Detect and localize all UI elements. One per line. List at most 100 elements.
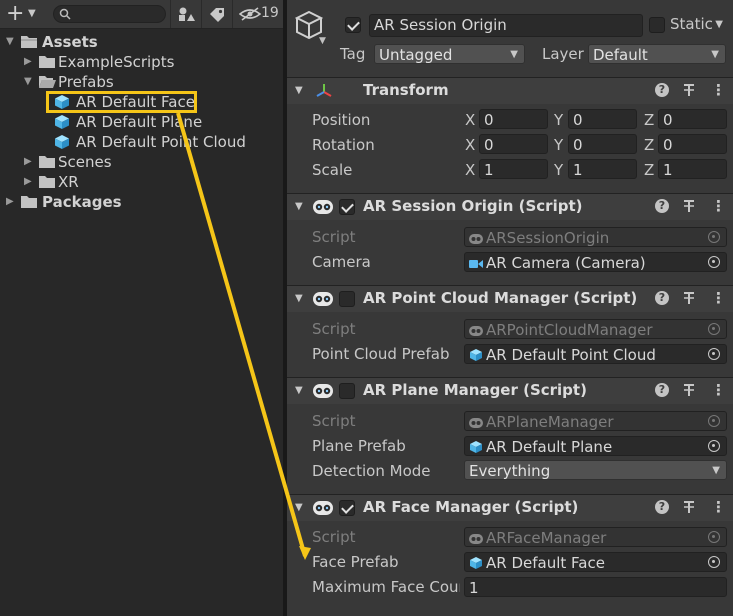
search-input[interactable] xyxy=(53,5,166,23)
axis-x-label[interactable]: X xyxy=(465,161,475,179)
preset-icon[interactable] xyxy=(681,290,697,306)
maximum-face-count-field[interactable]: 1 xyxy=(464,577,727,597)
object-picker-icon[interactable] xyxy=(708,256,720,268)
scale-label: Scale xyxy=(312,161,353,179)
axis-z-label[interactable]: Z xyxy=(644,111,654,129)
face-prefab-field[interactable]: AR Default Face xyxy=(464,552,727,572)
fold-arrow-icon[interactable]: ▼ xyxy=(295,502,303,513)
fold-arrow-icon[interactable]: ▼ xyxy=(295,385,303,396)
ar-session-origin-header[interactable]: ▼ AR Session Origin (Script) ? ⋮ xyxy=(287,193,733,220)
active-checkbox[interactable] xyxy=(345,17,361,33)
script-label: Script xyxy=(312,412,356,430)
axis-y-label[interactable]: Y xyxy=(554,161,563,179)
rotation-y-field[interactable]: 0 xyxy=(568,134,637,154)
layer-dropdown[interactable]: Default ▼ xyxy=(588,44,726,64)
help-icon[interactable]: ? xyxy=(655,383,669,397)
scene-filter-button[interactable] xyxy=(170,0,201,28)
kebab-menu-icon[interactable]: ⋮ xyxy=(711,198,726,215)
tree-item-label: AR Default Point Cloud xyxy=(76,133,246,151)
help-icon[interactable]: ? xyxy=(655,291,669,305)
static-label[interactable]: Static xyxy=(670,15,713,33)
fold-arrow-icon[interactable]: ▼ xyxy=(295,201,303,212)
static-chevron-icon[interactable]: ▼ xyxy=(715,19,723,30)
axis-x-label[interactable]: X xyxy=(465,136,475,154)
tree-item-ar-default-point-cloud[interactable]: AR Default Point Cloud xyxy=(0,132,283,152)
object-picker-icon xyxy=(708,231,720,243)
transform-header[interactable]: ▼ Transform ? ⋮ xyxy=(287,77,733,104)
expand-arrow-icon[interactable]: ▼ xyxy=(6,32,14,52)
layer-value: Default xyxy=(593,46,648,64)
tree-item-label: Prefabs xyxy=(58,73,114,91)
rotation-z-field[interactable]: 0 xyxy=(658,134,727,154)
help-icon[interactable]: ? xyxy=(655,199,669,213)
axis-z-label[interactable]: Z xyxy=(644,136,654,154)
object-picker-icon[interactable] xyxy=(708,556,720,568)
tree-item-examplescripts[interactable]: ▶ ExampleScripts xyxy=(0,52,283,72)
hidden-packages-button[interactable]: 19 xyxy=(232,0,284,28)
plane-prefab-field[interactable]: AR Default Plane xyxy=(464,436,727,456)
folder-open-icon xyxy=(39,76,56,88)
tag-filter-button[interactable] xyxy=(201,0,232,28)
kebab-menu-icon[interactable]: ⋮ xyxy=(711,82,726,99)
expand-arrow-icon[interactable]: ▶ xyxy=(24,52,32,72)
point-cloud-prefab-field[interactable]: AR Default Point Cloud xyxy=(464,344,727,364)
tree-item-xr[interactable]: ▶ XR xyxy=(0,172,283,192)
static-checkbox[interactable] xyxy=(649,17,665,33)
scale-y-field[interactable]: 1 xyxy=(568,159,637,179)
axis-x-label[interactable]: X xyxy=(465,111,475,129)
detection-mode-dropdown[interactable]: Everything ▼ xyxy=(464,460,727,480)
script-value: ARPlaneManager xyxy=(486,413,614,431)
tag-value: Untagged xyxy=(379,46,453,64)
preset-icon[interactable] xyxy=(681,499,697,515)
object-picker-icon[interactable] xyxy=(708,440,720,452)
tree-item-label: Scenes xyxy=(58,153,112,171)
expand-arrow-icon[interactable]: ▼ xyxy=(24,72,32,92)
position-x-field[interactable]: 0 xyxy=(479,109,548,129)
chevron-down-icon[interactable]: ▼ xyxy=(319,36,326,46)
help-icon[interactable]: ? xyxy=(655,500,669,514)
preset-icon[interactable] xyxy=(681,198,697,214)
tree-item-packages[interactable]: ▶ Packages xyxy=(0,192,283,212)
chevron-down-icon[interactable]: ▼ xyxy=(28,8,36,19)
camera-label: Camera xyxy=(312,253,371,271)
position-y-field[interactable]: 0 xyxy=(568,109,637,129)
kebab-menu-icon[interactable]: ⋮ xyxy=(711,382,726,399)
expand-arrow-icon[interactable]: ▶ xyxy=(24,172,32,192)
fold-arrow-icon[interactable]: ▼ xyxy=(295,85,303,96)
tree-item-ar-default-plane[interactable]: AR Default Plane xyxy=(0,112,283,132)
help-icon[interactable]: ? xyxy=(655,83,669,97)
fold-arrow-icon[interactable]: ▼ xyxy=(295,293,303,304)
component-enabled-checkbox[interactable] xyxy=(339,500,355,516)
component-enabled-checkbox[interactable] xyxy=(339,291,355,307)
camera-icon xyxy=(469,260,483,268)
camera-field[interactable]: AR Camera (Camera) xyxy=(464,252,727,272)
component-enabled-checkbox[interactable] xyxy=(339,199,355,215)
tree-item-scenes[interactable]: ▶ Scenes xyxy=(0,152,283,172)
tree-item-assets[interactable]: ▼ Assets xyxy=(0,32,283,52)
tag-dropdown[interactable]: Untagged ▼ xyxy=(374,44,525,64)
scale-x-field[interactable]: 1 xyxy=(479,159,548,179)
tree-item-prefabs[interactable]: ▼ Prefabs xyxy=(0,72,283,92)
plus-icon[interactable]: + xyxy=(6,2,24,26)
axis-z-label[interactable]: Z xyxy=(644,161,654,179)
position-z-field[interactable]: 0 xyxy=(658,109,727,129)
component-enabled-checkbox[interactable] xyxy=(339,383,355,399)
rotation-x-field[interactable]: 0 xyxy=(479,134,548,154)
preset-icon[interactable] xyxy=(681,82,697,98)
ar-point-cloud-manager-header[interactable]: ▼ AR Point Cloud Manager (Script) ? ⋮ xyxy=(287,285,733,312)
folder-icon xyxy=(21,196,37,208)
scale-z-field[interactable]: 1 xyxy=(658,159,727,179)
axis-y-label[interactable]: Y xyxy=(554,111,563,129)
object-name-field[interactable]: AR Session Origin xyxy=(369,14,643,37)
expand-arrow-icon[interactable]: ▶ xyxy=(6,192,14,212)
ar-plane-manager-header[interactable]: ▼ AR Plane Manager (Script) ? ⋮ xyxy=(287,377,733,404)
header-icons: ? ⋮ xyxy=(655,290,726,308)
ar-face-manager-header[interactable]: ▼ AR Face Manager (Script) ? ⋮ xyxy=(287,494,733,521)
kebab-menu-icon[interactable]: ⋮ xyxy=(711,290,726,307)
preset-icon[interactable] xyxy=(681,382,697,398)
expand-arrow-icon[interactable]: ▶ xyxy=(24,152,32,172)
object-picker-icon[interactable] xyxy=(708,348,720,360)
kebab-menu-icon[interactable]: ⋮ xyxy=(711,499,726,516)
script-value: ARSessionOrigin xyxy=(486,229,610,247)
axis-y-label[interactable]: Y xyxy=(554,136,563,154)
